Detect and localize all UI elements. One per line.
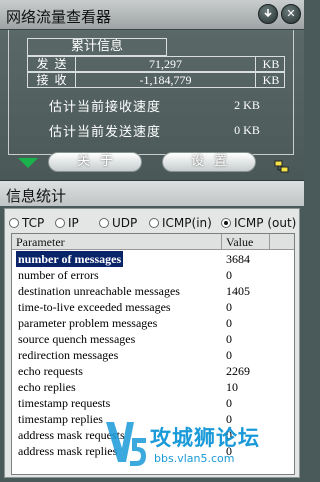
- value-cell: 1405: [226, 284, 250, 298]
- table-row[interactable]: destination unreachable messages 1405: [12, 283, 294, 299]
- tab-icmp-out[interactable]: ICMP (out): [221, 215, 296, 231]
- pin-button[interactable]: [258, 4, 278, 24]
- parameter-cell: address mask replies: [18, 444, 118, 458]
- parameter-cell: echo requests: [18, 364, 83, 378]
- parameter-cell: redirection messages: [18, 348, 119, 362]
- value-cell: 0: [226, 412, 232, 426]
- table-row[interactable]: address mask requests 0: [12, 427, 294, 443]
- tab-label: ICMP(in): [162, 216, 212, 230]
- stats-table[interactable]: Parameter Value number of messages 3684 nu…: [11, 233, 295, 475]
- radio-icon[interactable]: [221, 218, 231, 228]
- table-row[interactable]: number of errors 0: [12, 267, 294, 283]
- send-label: 发送: [28, 57, 76, 71]
- parameter-cell: source quench messages: [18, 332, 136, 346]
- column-header-parameter[interactable]: Parameter: [12, 234, 222, 250]
- value-cell: 0: [226, 268, 232, 282]
- table-row[interactable]: number of messages 3684: [12, 251, 294, 267]
- table-row[interactable]: address mask replies 0: [12, 443, 294, 459]
- table-body: number of messages 3684 number of errors 0 d…: [12, 251, 294, 459]
- send-unit: KB: [262, 57, 280, 71]
- value-cell: 0: [226, 332, 232, 346]
- table-row[interactable]: echo replies 10: [12, 379, 294, 395]
- tab-udp[interactable]: UDP: [99, 215, 137, 231]
- receive-speed-label: 估计当前接收速度: [49, 100, 162, 115]
- value-cell: 0: [226, 300, 232, 314]
- receive-speed-value: 2 KB: [234, 98, 260, 112]
- close-button[interactable]: ✕: [281, 4, 301, 24]
- table-header: Parameter Value: [12, 234, 294, 250]
- parameter-cell: timestamp requests: [18, 396, 111, 410]
- tab-label: IP: [68, 216, 79, 230]
- value-cell: 3684: [226, 252, 250, 266]
- send-value: 71,297: [76, 57, 256, 71]
- close-icon: ✕: [286, 7, 296, 20]
- table-row[interactable]: source quench messages 0: [12, 331, 294, 347]
- traffic-panel: 网络流量查看器 ✕ 累计信息 发送 71,297 KB 接收 -1,184,77…: [0, 0, 304, 180]
- tab-label: TCP: [22, 216, 45, 230]
- title-bar[interactable]: 网络流量查看器 ✕: [0, 0, 304, 30]
- parameter-cell: destination unreachable messages: [18, 284, 180, 298]
- table-row[interactable]: parameter problem messages 0: [12, 315, 294, 331]
- tab-icmp-in[interactable]: ICMP(in): [149, 215, 212, 231]
- parameter-cell: echo replies: [18, 380, 76, 394]
- value-cell: 0: [226, 348, 232, 362]
- parameter-cell: timestamp replies: [18, 412, 103, 426]
- collapse-triangle-icon[interactable]: [18, 158, 38, 168]
- send-speed-value: 0 KB: [234, 123, 260, 137]
- table-row[interactable]: echo requests 2269: [12, 363, 294, 379]
- radio-icon[interactable]: [55, 218, 65, 228]
- tab-ip[interactable]: IP: [55, 215, 79, 231]
- column-header-value[interactable]: Value: [222, 234, 270, 250]
- table-row[interactable]: redirection messages 0: [12, 347, 294, 363]
- send-row: 发送 71,297 KB: [27, 56, 285, 72]
- value-cell: 2269: [226, 364, 250, 378]
- cumulative-header: 累计信息: [27, 38, 167, 56]
- value-cell: 0: [226, 444, 232, 458]
- table-row[interactable]: timestamp replies 0: [12, 411, 294, 427]
- parameter-cell: number of errors: [18, 268, 99, 282]
- protocol-tabs: TCP IP UDP ICMP(in) ICMP (out): [9, 215, 297, 231]
- receive-unit: KB: [262, 73, 280, 87]
- table-row[interactable]: time-to-live exceeded messages 0: [12, 299, 294, 315]
- send-speed-label: 估计当前发送速度: [49, 125, 162, 140]
- app-title: 网络流量查看器: [6, 8, 112, 26]
- tab-label: UDP: [112, 216, 138, 230]
- receive-value: -1,184,779: [76, 73, 256, 87]
- radio-icon[interactable]: [99, 218, 109, 228]
- stats-title: 信息统计: [6, 187, 67, 205]
- table-row[interactable]: timestamp requests 0: [12, 395, 294, 411]
- receive-row: 接收 -1,184,779 KB: [27, 72, 285, 88]
- radio-icon[interactable]: [9, 218, 19, 228]
- parameter-cell: parameter problem messages: [18, 316, 158, 330]
- parameter-cell: time-to-live exceeded messages: [18, 300, 171, 314]
- network-icon[interactable]: [274, 160, 290, 174]
- tab-tcp[interactable]: TCP: [9, 215, 44, 231]
- pin-icon: [264, 9, 272, 18]
- stats-panel: TCP IP UDP ICMP(in) ICMP (out) Parameter Val…: [4, 208, 300, 478]
- tab-label: ICMP (out): [234, 216, 297, 230]
- value-cell: 0: [226, 396, 232, 410]
- receive-label: 接收: [28, 73, 76, 87]
- parameter-cell: number of messages: [16, 251, 124, 267]
- radio-icon[interactable]: [149, 218, 159, 228]
- cumulative-info-panel: 累计信息 发送 71,297 KB 接收 -1,184,779 KB 估计当前接…: [8, 30, 294, 155]
- stats-title-bar: 信息统计: [0, 180, 304, 206]
- settings-button[interactable]: 设置: [162, 152, 256, 172]
- about-button[interactable]: 关于: [48, 152, 142, 172]
- parameter-cell: address mask requests: [18, 428, 125, 442]
- value-cell: 0: [226, 316, 232, 330]
- value-cell: 10: [226, 380, 238, 394]
- value-cell: 0: [226, 428, 232, 442]
